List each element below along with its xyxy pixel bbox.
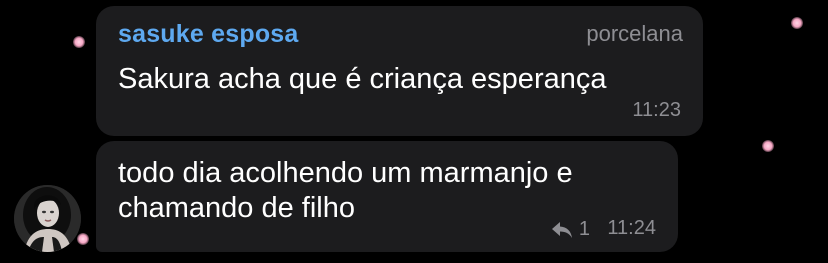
sender-name[interactable]: sasuke esposa <box>118 20 299 49</box>
message-time: 11:23 <box>632 99 681 121</box>
message-line: Sakura acha que é criança esperança <box>118 63 607 95</box>
background-dot <box>73 36 85 48</box>
background-dot <box>77 233 89 245</box>
reply-arrow-icon <box>551 221 572 238</box>
message-bubble[interactable]: sasuke esposa porcelana Sakura acha que … <box>96 6 703 136</box>
message-line: todo dia acolhendo um marmanjo e <box>118 157 573 189</box>
message-line: chamando de filho <box>118 192 355 224</box>
message-time: 11:24 <box>607 217 656 239</box>
background-dot <box>762 140 774 152</box>
message-text: Sakura acha que é criança esperança <box>118 62 606 97</box>
profile-photo <box>14 185 81 252</box>
message-bubble[interactable]: todo dia acolhendo um marmanjo e chamand… <box>96 141 678 252</box>
background-dot <box>791 17 803 29</box>
replies-indicator[interactable]: 1 <box>551 218 590 241</box>
reply-count: 1 <box>578 218 590 240</box>
avatar[interactable] <box>14 185 81 252</box>
message-text: todo dia acolhendo um marmanjo e chamand… <box>118 156 678 226</box>
member-title: porcelana <box>586 21 683 46</box>
